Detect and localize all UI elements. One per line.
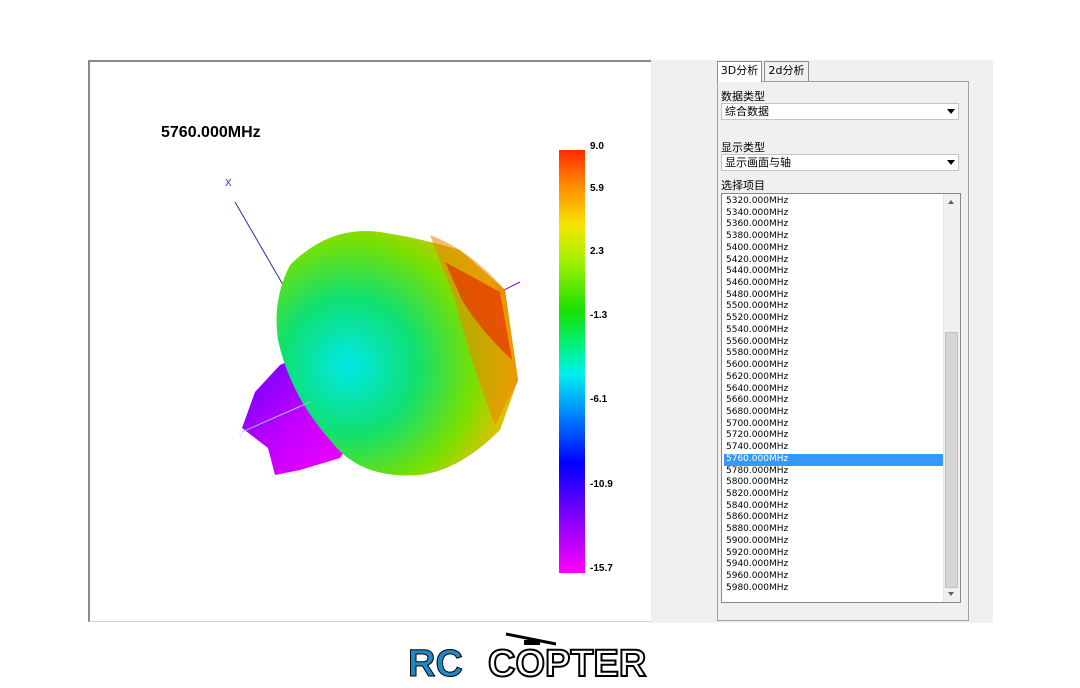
list-item[interactable]: 5400.000MHz bbox=[724, 243, 946, 255]
list-item[interactable]: 5380.000MHz bbox=[724, 231, 946, 243]
list-item[interactable]: 5920.000MHz bbox=[724, 548, 946, 560]
list-item[interactable]: 5480.000MHz bbox=[724, 290, 946, 302]
list-item[interactable]: 5600.000MHz bbox=[724, 360, 946, 372]
colorbar bbox=[559, 150, 585, 573]
list-item[interactable]: 5360.000MHz bbox=[724, 219, 946, 231]
logo-text-rc: RC bbox=[408, 643, 463, 684]
colorbar-tick: 2.3 bbox=[590, 246, 604, 257]
select-items-label: 选择项目 bbox=[721, 179, 765, 192]
display-type-select[interactable]: 显示画面与轴 bbox=[721, 154, 959, 171]
list-item[interactable]: 5340.000MHz bbox=[724, 208, 946, 220]
list-item[interactable]: 5460.000MHz bbox=[724, 278, 946, 290]
frequency-label: 5760.000MHz bbox=[161, 124, 261, 141]
list-item[interactable]: 5700.000MHz bbox=[724, 419, 946, 431]
tab-2d-analysis[interactable]: 2d分析 bbox=[764, 61, 809, 81]
list-item[interactable]: 5880.000MHz bbox=[724, 524, 946, 536]
list-item[interactable]: 5320.000MHz bbox=[724, 196, 946, 208]
scroll-down-icon[interactable] bbox=[948, 592, 954, 596]
chevron-down-icon[interactable] bbox=[947, 160, 955, 165]
scrollbar-thumb[interactable] bbox=[945, 332, 958, 588]
list-item[interactable]: 5960.000MHz bbox=[724, 571, 946, 583]
list-item[interactable]: 5660.000MHz bbox=[724, 395, 946, 407]
list-item[interactable]: 5820.000MHz bbox=[724, 489, 946, 501]
list-item[interactable]: 5800.000MHz bbox=[724, 477, 946, 489]
rc-copter-logo: RC COPTER bbox=[408, 632, 647, 684]
list-item[interactable]: 5940.000MHz bbox=[724, 559, 946, 571]
x-axis-label: X bbox=[225, 178, 232, 189]
list-item[interactable]: 5640.000MHz bbox=[724, 384, 946, 396]
colorbar-tick: -6.1 bbox=[590, 394, 608, 405]
colorbar-tick: -1.3 bbox=[590, 310, 608, 321]
list-item[interactable]: 5500.000MHz bbox=[724, 301, 946, 313]
list-item[interactable]: 5560.000MHz bbox=[724, 337, 946, 349]
list-item[interactable]: 5740.000MHz bbox=[724, 442, 946, 454]
data-type-select[interactable]: 综合数据 bbox=[721, 103, 959, 120]
scroll-up-icon[interactable] bbox=[948, 200, 954, 204]
list-item[interactable]: 5440.000MHz bbox=[724, 266, 946, 278]
list-item[interactable]: 5580.000MHz bbox=[724, 348, 946, 360]
y-axis-label: Y bbox=[238, 430, 244, 440]
list-item[interactable]: 5620.000MHz bbox=[724, 372, 946, 384]
list-item[interactable]: 5720.000MHz bbox=[724, 430, 946, 442]
colorbar-tick: 9.0 bbox=[590, 141, 604, 152]
display-type-value: 显示画面与轴 bbox=[725, 156, 791, 169]
data-type-label: 数据类型 bbox=[721, 90, 765, 103]
frequency-listbox[interactable]: 5320.000MHz 5340.000MHz 5360.000MHz 5380.00… bbox=[721, 193, 961, 603]
list-item[interactable]: 5860.000MHz bbox=[724, 512, 946, 524]
x-axis-line bbox=[234, 201, 287, 291]
colorbar-tick: 5.9 bbox=[590, 183, 604, 194]
data-type-value: 综合数据 bbox=[725, 105, 769, 118]
list-item[interactable]: 5540.000MHz bbox=[724, 325, 946, 337]
list-item[interactable]: 5420.000MHz bbox=[724, 255, 946, 267]
list-item[interactable]: 5780.000MHz bbox=[724, 466, 946, 478]
colorbar-tick: -10.9 bbox=[590, 479, 613, 490]
vertical-scrollbar[interactable] bbox=[943, 194, 960, 602]
list-item[interactable]: 5900.000MHz bbox=[724, 536, 946, 548]
display-type-label: 显示类型 bbox=[721, 141, 765, 154]
tab-3d-analysis[interactable]: 3D分析 bbox=[717, 61, 762, 82]
chevron-down-icon[interactable] bbox=[947, 109, 955, 114]
list-item[interactable]: 5680.000MHz bbox=[724, 407, 946, 419]
list-item[interactable]: 5840.000MHz bbox=[724, 501, 946, 513]
list-item[interactable]: 5520.000MHz bbox=[724, 313, 946, 325]
list-item[interactable]: 5760.000MHz bbox=[724, 453, 946, 466]
list-item[interactable]: 5980.000MHz bbox=[724, 583, 946, 595]
colorbar-tick: -15.7 bbox=[590, 563, 613, 574]
logo-text-copter: COPTER bbox=[488, 643, 646, 684]
